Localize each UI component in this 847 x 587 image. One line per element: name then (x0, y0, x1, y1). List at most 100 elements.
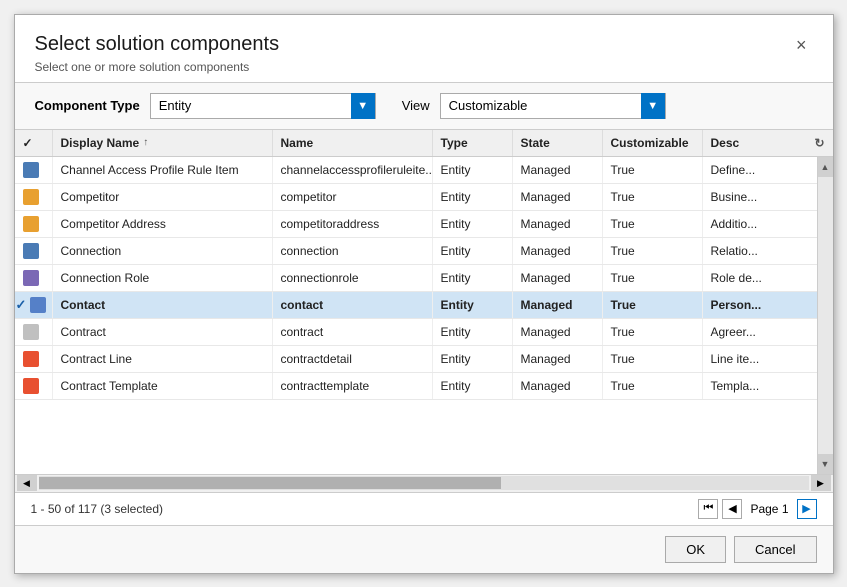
row-customizable: True (603, 265, 703, 291)
scroll-left-button[interactable]: ◀ (17, 475, 37, 491)
status-bar: 1 - 50 of 117 (3 selected) ⏮ ◀ Page 1 ▶ (15, 493, 833, 525)
row-icon (23, 270, 39, 286)
col-type: Type (433, 130, 513, 156)
row-check[interactable] (15, 373, 53, 399)
row-state: Managed (513, 184, 603, 210)
row-check[interactable]: ✓ (15, 292, 53, 318)
table-row[interactable]: Connection Role connectionrole Entity Ma… (15, 265, 817, 292)
next-page-button[interactable]: ▶ (797, 499, 817, 519)
row-check[interactable] (15, 211, 53, 237)
ok-button[interactable]: OK (665, 536, 726, 563)
scroll-track[interactable] (818, 177, 833, 454)
row-check[interactable] (15, 346, 53, 372)
row-display-name: Connection Role (53, 265, 273, 291)
bottom-bar: ◀ ▶ 1 - 50 of 117 (3 selected) ⏮ ◀ Page … (15, 474, 833, 525)
row-name: connection (273, 238, 433, 264)
dialog-header: Select solution components Select one or… (15, 15, 833, 82)
row-customizable: True (603, 157, 703, 183)
row-display-name: Contract Line (53, 346, 273, 372)
row-icon (23, 324, 39, 340)
component-type-select[interactable]: Entity ▼ (150, 93, 376, 119)
horizontal-scrollbar[interactable]: ◀ ▶ (15, 475, 833, 493)
table-row[interactable]: Contract Line contractdetail Entity Mana… (15, 346, 817, 373)
row-desc: Role de... (703, 265, 817, 291)
view-dropdown-arrow[interactable]: ▼ (641, 93, 665, 119)
row-customizable: True (603, 373, 703, 399)
row-display-name: Contact (53, 292, 273, 318)
row-display-name: Competitor Address (53, 211, 273, 237)
row-type: Entity (433, 319, 513, 345)
row-check[interactable] (15, 319, 53, 345)
row-name: contracttemplate (273, 373, 433, 399)
col-name: Name (273, 130, 433, 156)
row-type: Entity (433, 373, 513, 399)
component-type-dropdown-arrow[interactable]: ▼ (351, 93, 375, 119)
table-row[interactable]: Connection connection Entity Managed Tru… (15, 238, 817, 265)
h-scroll-track[interactable] (39, 476, 809, 490)
row-type: Entity (433, 292, 513, 318)
row-state: Managed (513, 346, 603, 372)
row-desc: Line ite... (703, 346, 817, 372)
row-name: contact (273, 292, 433, 318)
row-customizable: True (603, 184, 703, 210)
col-display-name: Display Name ↑ (53, 130, 273, 156)
view-label: View (402, 98, 430, 113)
dialog-footer: OK Cancel (15, 525, 833, 573)
table-row[interactable]: ✓ Contact contact Entity Managed True Pe… (15, 292, 817, 319)
row-desc: Templa... (703, 373, 817, 399)
row-desc: Define... (703, 157, 817, 183)
view-value: Customizable (441, 98, 641, 113)
toolbar: Component Type Entity ▼ View Customizabl… (15, 82, 833, 130)
row-type: Entity (433, 157, 513, 183)
table-row[interactable]: Channel Access Profile Rule Item channel… (15, 157, 817, 184)
row-check[interactable] (15, 265, 53, 291)
row-display-name: Connection (53, 238, 273, 264)
row-customizable: True (603, 292, 703, 318)
close-button[interactable]: × (790, 33, 813, 58)
row-desc: Agreer... (703, 319, 817, 345)
row-check[interactable] (15, 184, 53, 210)
row-desc: Person... (703, 292, 817, 318)
refresh-icon[interactable]: ↻ (814, 136, 824, 150)
prev-page-button[interactable]: ◀ (722, 499, 742, 519)
vertical-scrollbar[interactable]: ▲ ▼ (817, 157, 833, 474)
col-customizable: Customizable (603, 130, 703, 156)
scroll-down-button[interactable]: ▼ (818, 454, 833, 474)
table-row[interactable]: Competitor competitor Entity Managed Tru… (15, 184, 817, 211)
table-row[interactable]: Contract contract Entity Managed True Ag… (15, 319, 817, 346)
row-customizable: True (603, 238, 703, 264)
row-display-name: Competitor (53, 184, 273, 210)
row-check[interactable] (15, 157, 53, 183)
cancel-button[interactable]: Cancel (734, 536, 816, 563)
row-customizable: True (603, 319, 703, 345)
col-desc: Desc ↻ (703, 130, 833, 156)
table-header: ✓ Display Name ↑ Name Type State Customi… (15, 130, 833, 157)
table-container: ✓ Display Name ↑ Name Type State Customi… (15, 130, 833, 474)
scroll-up-button[interactable]: ▲ (818, 157, 833, 177)
row-name: contractdetail (273, 346, 433, 372)
dialog-subtitle: Select one or more solution components (35, 60, 280, 74)
row-state: Managed (513, 211, 603, 237)
row-customizable: True (603, 346, 703, 372)
col-state: State (513, 130, 603, 156)
component-type-value: Entity (151, 98, 351, 113)
row-type: Entity (433, 265, 513, 291)
first-page-button[interactable]: ⏮ (698, 499, 718, 519)
scroll-right-button[interactable]: ▶ (811, 475, 831, 491)
row-icon (23, 162, 39, 178)
row-icon (23, 189, 39, 205)
table-row[interactable]: Contract Template contracttemplate Entit… (15, 373, 817, 400)
row-check[interactable] (15, 238, 53, 264)
h-scroll-thumb (39, 477, 501, 489)
row-name: competitor (273, 184, 433, 210)
view-select[interactable]: Customizable ▼ (440, 93, 666, 119)
sort-icon: ↑ (143, 137, 148, 148)
row-state: Managed (513, 238, 603, 264)
row-display-name: Channel Access Profile Rule Item (53, 157, 273, 183)
row-state: Managed (513, 373, 603, 399)
table-row[interactable]: Competitor Address competitoraddress Ent… (15, 211, 817, 238)
row-type: Entity (433, 238, 513, 264)
row-icon (23, 243, 39, 259)
row-icon (23, 378, 39, 394)
select-solution-components-dialog: Select solution components Select one or… (14, 14, 834, 574)
